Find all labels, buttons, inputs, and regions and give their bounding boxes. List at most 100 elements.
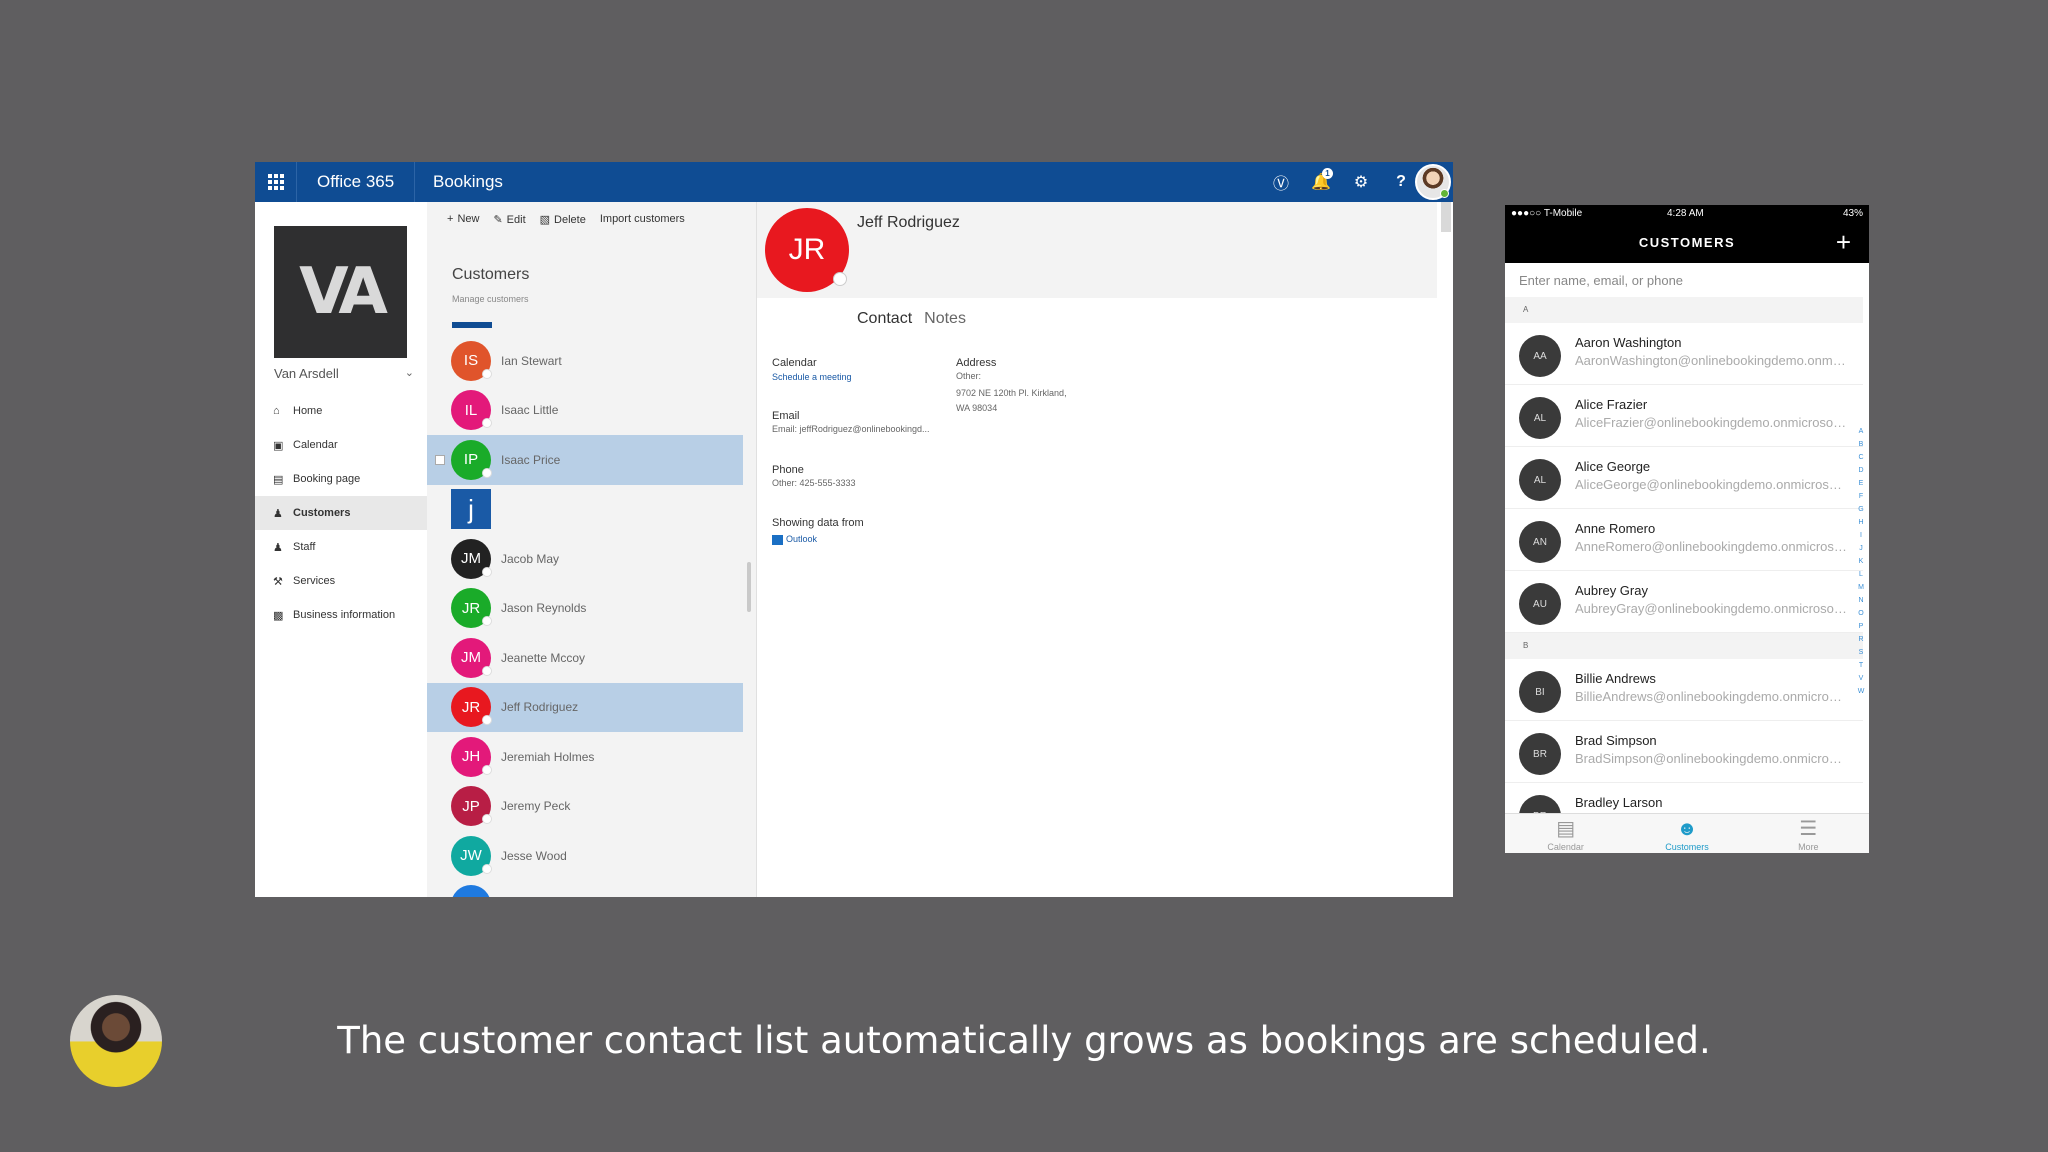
left-navigation: VA Van Arsdell ⌄ ⌂ Home ▣ Calendar ▤ Bookin… bbox=[255, 202, 427, 897]
phone-title: CUSTOMERS bbox=[1638, 235, 1736, 250]
office-365-link[interactable]: Office 365 bbox=[297, 162, 416, 202]
customer-avatar: JR bbox=[451, 588, 492, 629]
customer-email: AaronWashington@onlinebookingdemo.onmicr… bbox=[1575, 353, 1847, 368]
index-letter[interactable]: L bbox=[1857, 568, 1865, 581]
customer-avatar: AA bbox=[1519, 335, 1561, 377]
address-line-1: 9702 NE 120th Pl. Kirkland, bbox=[956, 388, 1067, 398]
phone-time: 4:28 AM bbox=[1667, 208, 1704, 219]
list-scrollbar[interactable] bbox=[747, 562, 751, 612]
email-label: Email bbox=[772, 410, 800, 422]
index-letter[interactable]: F bbox=[1857, 490, 1865, 503]
person-icon: ☻ bbox=[1676, 818, 1698, 840]
nav-item-calendar[interactable]: ▣ Calendar bbox=[255, 428, 427, 462]
customer-row-partial[interactable] bbox=[427, 881, 743, 897]
nav-item-staff[interactable]: ♟ Staff bbox=[255, 530, 427, 564]
customer-avatar: JR bbox=[451, 687, 492, 728]
customer-list-pane: + New ✎ Edit ▧ Delete Import customers Cust… bbox=[427, 202, 757, 897]
outlook-icon bbox=[772, 534, 783, 545]
customer-name: Jeremiah Holmes bbox=[501, 749, 595, 764]
customer-avatar: JM bbox=[451, 637, 492, 678]
customer-row[interactable]: JH Jeremiah Holmes bbox=[427, 732, 743, 782]
bell-icon[interactable]: 🔔 1 bbox=[1301, 162, 1341, 202]
detail-tabs: Contact Notes bbox=[857, 310, 966, 328]
gear-icon[interactable]: ⚙ bbox=[1341, 162, 1381, 202]
customer-row[interactable]: JW Jesse Wood bbox=[427, 831, 743, 881]
app-launcher-button[interactable] bbox=[255, 162, 297, 202]
index-letter[interactable]: B bbox=[1857, 438, 1865, 451]
business-switcher[interactable]: Van Arsdell ⌄ bbox=[274, 366, 414, 381]
customer-avatar: AL bbox=[1519, 459, 1561, 501]
index-letter[interactable]: V bbox=[1857, 672, 1865, 685]
tab-customers[interactable]: ☻ Customers bbox=[1626, 814, 1747, 853]
customer-name: Jeff Rodriguez bbox=[501, 700, 579, 715]
phone-label: Phone bbox=[772, 464, 804, 476]
index-letter[interactable]: D bbox=[1857, 464, 1865, 477]
schedule-meeting-link[interactable]: Schedule a meeting bbox=[772, 372, 852, 382]
customer-row[interactable]: JM Jeanette Mccoy bbox=[427, 633, 743, 683]
nav-list: ⌂ Home ▣ Calendar ▤ Booking page ♟ Customers… bbox=[255, 394, 427, 632]
index-letter[interactable]: E bbox=[1857, 477, 1865, 490]
phone-nav-bar: CUSTOMERS + bbox=[1505, 223, 1869, 263]
index-letter[interactable]: I bbox=[1857, 529, 1865, 542]
phone-customer-row[interactable]: AA Aaron Washington AaronWashington@onli… bbox=[1505, 323, 1863, 385]
index-letter[interactable]: W bbox=[1857, 685, 1865, 698]
index-letter[interactable]: P bbox=[1857, 620, 1865, 633]
service-title[interactable]: Bookings bbox=[415, 162, 521, 202]
index-letter[interactable]: C bbox=[1857, 451, 1865, 464]
edit-button[interactable]: ✎ Edit bbox=[493, 213, 525, 226]
tab-more[interactable]: ☰ More bbox=[1748, 814, 1869, 853]
customer-row[interactable]: JR Jason Reynolds bbox=[427, 584, 743, 634]
business-info-icon: ▩ bbox=[273, 609, 284, 622]
phone-value[interactable]: Other: 425-555-3333 bbox=[772, 478, 856, 488]
new-button[interactable]: + New bbox=[447, 213, 479, 225]
calendar-icon: ▣ bbox=[273, 439, 284, 452]
skype-icon[interactable]: Ⓥ bbox=[1261, 162, 1301, 202]
nav-item-services[interactable]: ⚒ Services bbox=[255, 564, 427, 598]
customer-row[interactable]: JP Jeremy Peck bbox=[427, 782, 743, 832]
customer-row[interactable]: IL Isaac Little bbox=[427, 386, 743, 436]
index-letter[interactable]: T bbox=[1857, 659, 1865, 672]
email-value[interactable]: Email: jeffRodriguez@onlinebookingd... bbox=[772, 424, 930, 434]
alphabet-index[interactable]: ABCDEFGHIJKLMNOPRSTVW bbox=[1857, 425, 1865, 698]
tab-contact[interactable]: Contact bbox=[857, 310, 912, 328]
customer-name: Alice Frazier bbox=[1575, 397, 1648, 412]
phone-status-bar: ●●●○○ T-Mobile 4:28 AM 43% bbox=[1505, 205, 1869, 223]
customer-name: Aaron Washington bbox=[1575, 335, 1682, 350]
source-value: Outlook bbox=[772, 534, 817, 545]
phone-customer-row[interactable]: AN Anne Romero AnneRomero@onlinebookingd… bbox=[1505, 509, 1863, 571]
customer-row[interactable]: IP Isaac Price bbox=[427, 435, 743, 485]
import-customers-button[interactable]: Import customers bbox=[600, 213, 685, 225]
tab-notes[interactable]: Notes bbox=[924, 310, 966, 328]
nav-item-home[interactable]: ⌂ Home bbox=[255, 394, 427, 428]
notification-count: 1 bbox=[1322, 168, 1333, 179]
phone-customer-row[interactable]: AL Alice Frazier AliceFrazier@onlinebook… bbox=[1505, 385, 1863, 447]
index-letter[interactable]: G bbox=[1857, 503, 1865, 516]
phone-customer-row[interactable]: BR Brad Simpson BradSimpson@onlinebookin… bbox=[1505, 721, 1863, 783]
index-letter[interactable]: S bbox=[1857, 646, 1865, 659]
index-letter[interactable]: R bbox=[1857, 633, 1865, 646]
detail-scrollbar[interactable] bbox=[1441, 202, 1451, 232]
index-letter[interactable]: K bbox=[1857, 555, 1865, 568]
search-input[interactable]: Enter name, email, or phone bbox=[1519, 273, 1683, 288]
add-customer-button[interactable]: + bbox=[1836, 227, 1851, 258]
customer-row[interactable]: JR Jeff Rodriguez bbox=[427, 682, 743, 732]
index-letter[interactable]: A bbox=[1857, 425, 1865, 438]
user-avatar[interactable] bbox=[1415, 164, 1451, 200]
phone-customer-row[interactable]: BI Billie Andrews BillieAndrews@onlinebo… bbox=[1505, 659, 1863, 721]
nav-item-business-information[interactable]: ▩ Business information bbox=[255, 598, 427, 632]
index-letter[interactable]: N bbox=[1857, 594, 1865, 607]
row-checkbox[interactable] bbox=[435, 455, 445, 465]
customer-row[interactable]: IS Ian Stewart bbox=[427, 336, 743, 386]
index-letter[interactable]: O bbox=[1857, 607, 1865, 620]
nav-item-customers[interactable]: ♟ Customers bbox=[255, 496, 427, 530]
customer-row[interactable]: JM Jacob May bbox=[427, 534, 743, 584]
customer-avatar-large: JR bbox=[765, 208, 849, 292]
nav-item-booking-page[interactable]: ▤ Booking page bbox=[255, 462, 427, 496]
phone-customer-row[interactable]: AU Aubrey Gray AubreyGray@onlinebookingd… bbox=[1505, 571, 1863, 633]
tab-calendar[interactable]: ▤ Calendar bbox=[1505, 814, 1626, 853]
phone-customer-row[interactable]: AL Alice George AliceGeorge@onlinebookin… bbox=[1505, 447, 1863, 509]
index-letter[interactable]: M bbox=[1857, 581, 1865, 594]
index-letter[interactable]: H bbox=[1857, 516, 1865, 529]
delete-button[interactable]: ▧ Delete bbox=[540, 213, 586, 226]
index-letter[interactable]: J bbox=[1857, 542, 1865, 555]
